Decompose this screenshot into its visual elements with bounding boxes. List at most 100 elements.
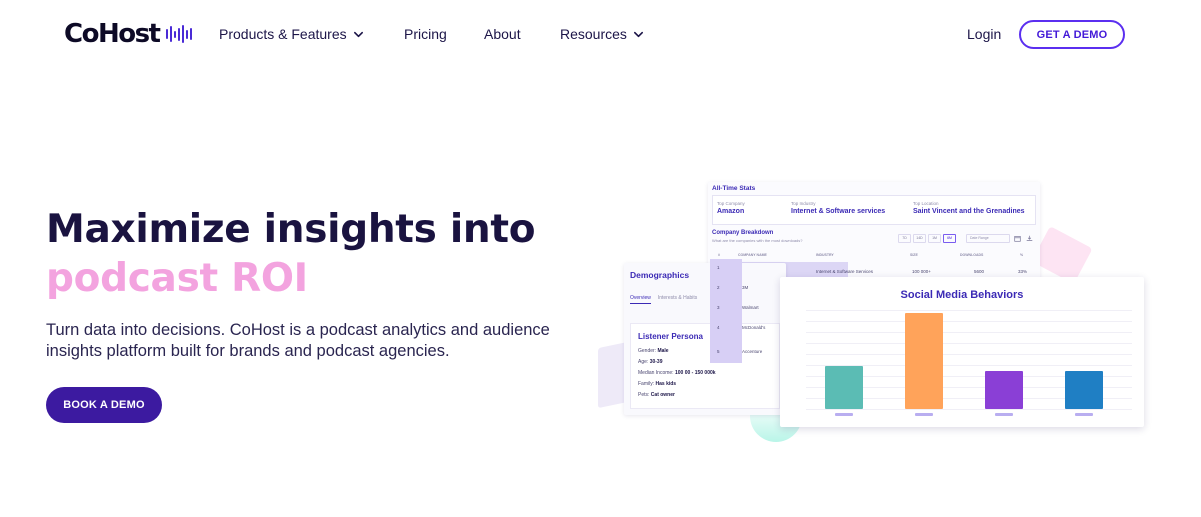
demographics-title: Demographics <box>630 270 690 280</box>
chart-gridline <box>806 343 1132 344</box>
cell-rank: 1 <box>717 265 720 270</box>
range-button[interactable]: 14D <box>913 234 926 243</box>
field-value: Male <box>657 348 669 354</box>
cell-rank: 4 <box>717 325 720 330</box>
cell-rank: 5 <box>717 349 720 354</box>
chart-bar-label <box>915 413 933 416</box>
date-range-input[interactable]: Date Range <box>966 234 1010 243</box>
tab-interests-habits[interactable]: Interests & Habits <box>658 295 697 304</box>
nav-item-label: About <box>484 26 521 42</box>
breakdown-title: Company Breakdown <box>712 230 774 236</box>
book-a-demo-button[interactable]: BOOK A DEMO <box>46 387 162 423</box>
chevron-down-icon <box>633 31 643 37</box>
cell-company: Walmart <box>742 305 759 310</box>
field-label: Median Income: <box>638 370 674 376</box>
chart-gridline <box>806 321 1132 322</box>
column-header: DOWNLOADS <box>960 253 984 257</box>
cell-rank: 2 <box>717 285 720 290</box>
column-header: SIZE <box>910 253 918 257</box>
persona-family: Family: Has kids <box>638 381 676 387</box>
chart-bar-label <box>835 413 853 416</box>
stat-label: Top Company <box>717 201 745 206</box>
hero-title-accent: podcast ROI <box>46 256 308 301</box>
social-media-title: Social Media Behaviors <box>900 289 1024 301</box>
field-label: Age: <box>638 359 649 365</box>
demographics-tabs: Overview Interests & Habits <box>630 295 697 304</box>
cell-rank: 3 <box>717 305 720 310</box>
chart-bar <box>1065 371 1103 409</box>
stat-top-industry: Top Industry Internet & Software service… <box>791 201 885 215</box>
nav-item-label: Resources <box>560 26 627 42</box>
field-value: 30-39 <box>649 359 663 365</box>
logo-text: CoHost <box>64 19 161 49</box>
field-value: 100 00 - 150 000k <box>674 370 716 376</box>
stats-summary: Top Company Amazon Top Industry Internet… <box>712 195 1036 225</box>
cell-size: 100 000+ <box>912 269 931 274</box>
nav-item-label: Products & Features <box>219 26 347 42</box>
chart-bar-label <box>995 413 1013 416</box>
chart-bar-label <box>1075 413 1093 416</box>
hero-subtitle-line: insights platform built for brands and p… <box>46 342 450 360</box>
persona-age: Age: 30-39 <box>638 359 662 365</box>
cell-company: McDonald's <box>742 325 766 330</box>
calendar-icon[interactable] <box>1014 235 1021 242</box>
cell-company: 3M <box>742 285 749 290</box>
chart-bar <box>985 371 1023 409</box>
chart-gridline <box>806 310 1132 311</box>
hero-subtitle-line: Turn data into decisions. CoHost is a po… <box>46 321 550 339</box>
chart-gridline <box>806 409 1132 410</box>
chart-bar <box>905 313 943 409</box>
nav-products-features[interactable]: Products & Features <box>219 26 364 42</box>
column-header: # <box>718 253 720 257</box>
nav-pricing[interactable]: Pricing <box>404 26 447 42</box>
decorative-shape <box>1031 226 1093 284</box>
column-header: INDUSTRY <box>816 253 834 257</box>
field-value: Has kids <box>655 381 677 387</box>
stat-top-company: Top Company Amazon <box>717 201 745 215</box>
top-nav: CoHost Products & Features Pricing About… <box>0 0 1201 70</box>
dashboard-illustration: All-Time Stats Top Company Amazon Top In… <box>590 175 1170 455</box>
chart-bar <box>825 366 863 409</box>
chart-gridline <box>806 332 1132 333</box>
range-button[interactable]: 7D <box>898 234 911 243</box>
login-link[interactable]: Login <box>967 26 1001 42</box>
persona-title: Listener Persona <box>638 332 703 341</box>
range-button-active[interactable]: 6M <box>943 234 956 243</box>
nav-about[interactable]: About <box>484 26 521 42</box>
cell-industry: Internet & Software Services <box>816 269 874 274</box>
field-label: Family: <box>638 381 655 387</box>
column-header: % <box>1020 253 1024 257</box>
stats-title: All-Time Stats <box>712 185 756 192</box>
hero-title: Maximize insights into <box>46 207 536 252</box>
field-label: Gender: <box>638 348 657 354</box>
range-buttons: 7D 14D 1M 6M <box>898 234 956 243</box>
stat-value: Amazon <box>717 208 745 215</box>
stat-value: Internet & Software services <box>791 208 886 215</box>
table-header: # COMPANY NAME INDUSTRY SIZE DOWNLOADS % <box>712 251 1036 259</box>
persona-gender: Gender: Male <box>638 348 669 354</box>
cell-company: Accenture <box>742 349 763 354</box>
cohost-logo[interactable]: CoHost <box>64 18 193 50</box>
stat-label: Top Industry <box>791 201 816 206</box>
download-icon[interactable] <box>1026 235 1033 242</box>
cell-downloads: 5600 <box>974 269 985 274</box>
stat-value: Saint Vincent and the Grenadines <box>913 208 1025 215</box>
column-header: COMPANY NAME <box>738 253 767 257</box>
persona-income: Median Income: 100 00 - 150 000k <box>638 370 716 376</box>
nav-item-label: Pricing <box>404 26 447 42</box>
nav-resources[interactable]: Resources <box>560 26 644 42</box>
tab-overview[interactable]: Overview <box>630 295 651 304</box>
stat-label: Top Location <box>913 201 939 206</box>
range-button[interactable]: 1M <box>928 234 941 243</box>
stat-top-location: Top Location Saint Vincent and the Grena… <box>913 201 1025 215</box>
chart-gridline <box>806 354 1132 355</box>
field-label: Pets: <box>638 392 650 398</box>
waveform-icon <box>166 24 193 44</box>
cell-percent: 33% <box>1018 269 1028 274</box>
company-rank-column: 1 2 3 4 5 <box>710 259 742 363</box>
social-media-panel: Social Media Behaviors <box>780 277 1144 427</box>
breakdown-subtitle: What are the companies with the most dow… <box>712 238 803 243</box>
persona-pets: Pets: Cat owner <box>638 392 675 398</box>
get-a-demo-button[interactable]: GET A DEMO <box>1019 20 1125 49</box>
field-value: Cat owner <box>650 392 675 398</box>
